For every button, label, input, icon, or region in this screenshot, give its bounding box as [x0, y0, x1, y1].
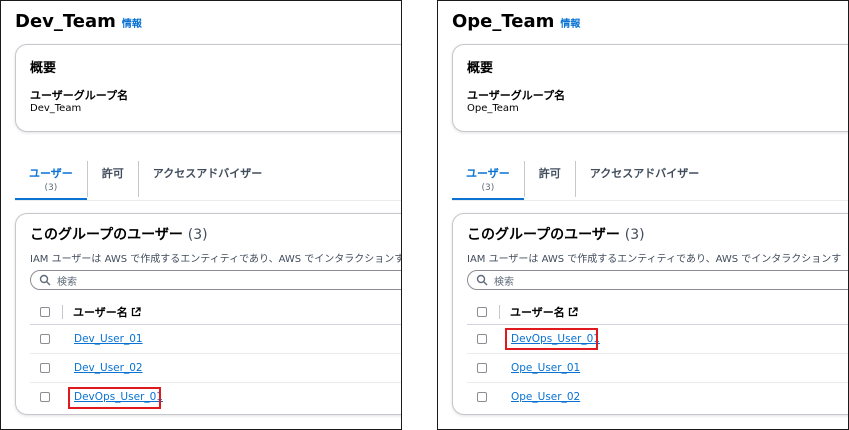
tab-underline	[15, 200, 401, 201]
group-name-label: ユーザーグループ名	[467, 89, 566, 102]
page-title: Dev_Team	[15, 11, 116, 32]
user-link[interactable]: Dev_User_02	[74, 362, 143, 374]
search-input[interactable]: 検索	[30, 270, 401, 290]
tab-access-advisor[interactable]: アクセスアドバイザー	[576, 159, 713, 199]
row-checkbox[interactable]	[40, 392, 50, 402]
right-panel: Ope_Team 情報 概要 ユーザーグループ名 Ope_Team ユーザー (…	[437, 0, 849, 430]
tab-access-advisor-label: アクセスアドバイザー	[589, 167, 700, 180]
tab-users-count: (3)	[44, 183, 58, 193]
info-link[interactable]: 情報	[560, 15, 580, 30]
search-placeholder: 検索	[57, 276, 77, 288]
group-name-value: Ope_Team	[467, 103, 519, 114]
title-row: Ope_Team 情報	[452, 11, 580, 32]
user-link[interactable]: Dev_User_01	[74, 333, 143, 345]
tabs: ユーザー (3) 許可 アクセスアドバイザー	[15, 159, 276, 201]
group-name-label: ユーザーグループ名	[30, 89, 129, 102]
summary-heading: 概要	[467, 61, 494, 76]
tab-underline	[452, 200, 848, 201]
summary-card: 概要 ユーザーグループ名 Dev_Team	[15, 44, 401, 132]
tab-users-label: ユーザー	[29, 167, 73, 180]
tab-users-count: (3)	[481, 183, 495, 193]
table-header: ユーザー名	[30, 300, 401, 325]
search-icon	[39, 274, 51, 286]
table-row: Dev_User_02	[30, 354, 401, 383]
search-icon	[476, 274, 488, 286]
row-checkbox[interactable]	[477, 392, 487, 402]
users-card: このグループのユーザー (3) IAM ユーザーは AWS で作成するエンティテ…	[452, 213, 848, 415]
summary-card: 概要 ユーザーグループ名 Ope_Team	[452, 44, 848, 132]
table-row: Dev_User_01	[30, 325, 401, 354]
users-count: (3)	[187, 227, 208, 243]
tab-users-label: ユーザー	[466, 167, 510, 180]
users-description: IAM ユーザーは AWS で作成するエンティティであり、AWS でインタラクシ…	[467, 254, 842, 265]
header-divider	[62, 305, 63, 319]
row-checkbox[interactable]	[40, 363, 50, 373]
table-row: Ope_User_01	[467, 354, 848, 383]
table-row: DevOps_User_01	[467, 325, 848, 354]
select-all-checkbox[interactable]	[40, 307, 50, 317]
users-heading: このグループのユーザー (3)	[467, 224, 645, 244]
group-name-value: Dev_Team	[30, 103, 82, 114]
users-count: (3)	[624, 227, 645, 243]
row-checkbox[interactable]	[40, 334, 50, 344]
user-link[interactable]: Ope_User_02	[511, 391, 580, 403]
table-header: ユーザー名	[467, 300, 848, 325]
external-link-icon	[568, 307, 578, 317]
external-link-icon	[131, 307, 141, 317]
header-divider	[499, 305, 500, 319]
user-link-highlighted[interactable]: DevOps_User_01	[74, 391, 163, 403]
user-link[interactable]: Ope_User_01	[511, 362, 580, 374]
tab-access-advisor[interactable]: アクセスアドバイザー	[139, 159, 276, 199]
title-row: Dev_Team 情報	[15, 11, 142, 32]
summary-heading: 概要	[30, 61, 57, 76]
tab-users[interactable]: ユーザー (3)	[452, 159, 524, 201]
tab-permissions-label: 許可	[538, 167, 561, 180]
left-panel: Dev_Team 情報 概要 ユーザーグループ名 Dev_Team ユーザー (…	[0, 0, 402, 430]
username-column-label: ユーザー名	[510, 306, 565, 319]
tab-permissions[interactable]: 許可	[88, 159, 138, 199]
users-heading-text: このグループのユーザー	[30, 227, 183, 243]
tabs: ユーザー (3) 許可 アクセスアドバイザー	[452, 159, 713, 201]
row-checkbox[interactable]	[477, 363, 487, 373]
info-link[interactable]: 情報	[122, 15, 142, 30]
tab-permissions[interactable]: 許可	[525, 159, 575, 199]
tab-users[interactable]: ユーザー (3)	[15, 159, 87, 201]
users-card: このグループのユーザー (3) IAM ユーザーは AWS で作成するエンティテ…	[15, 213, 402, 415]
tab-permissions-label: 許可	[101, 167, 124, 180]
table-row: Ope_User_02	[467, 383, 848, 411]
search-input[interactable]: 検索	[467, 270, 848, 290]
user-link-highlighted[interactable]: DevOps_User_01	[511, 333, 600, 345]
username-column-header[interactable]: ユーザー名	[73, 304, 141, 320]
row-checkbox[interactable]	[477, 334, 487, 344]
table-row: DevOps_User_01	[30, 383, 401, 411]
username-column-header[interactable]: ユーザー名	[510, 304, 578, 320]
users-heading-text: このグループのユーザー	[467, 227, 620, 243]
username-column-label: ユーザー名	[73, 306, 128, 319]
tab-access-advisor-label: アクセスアドバイザー	[152, 167, 263, 180]
page-title: Ope_Team	[452, 11, 555, 32]
users-description: IAM ユーザーは AWS で作成するエンティティであり、AWS でインタラクシ…	[30, 254, 402, 265]
users-heading: このグループのユーザー (3)	[30, 224, 208, 244]
search-placeholder: 検索	[494, 276, 514, 288]
select-all-checkbox[interactable]	[477, 307, 487, 317]
